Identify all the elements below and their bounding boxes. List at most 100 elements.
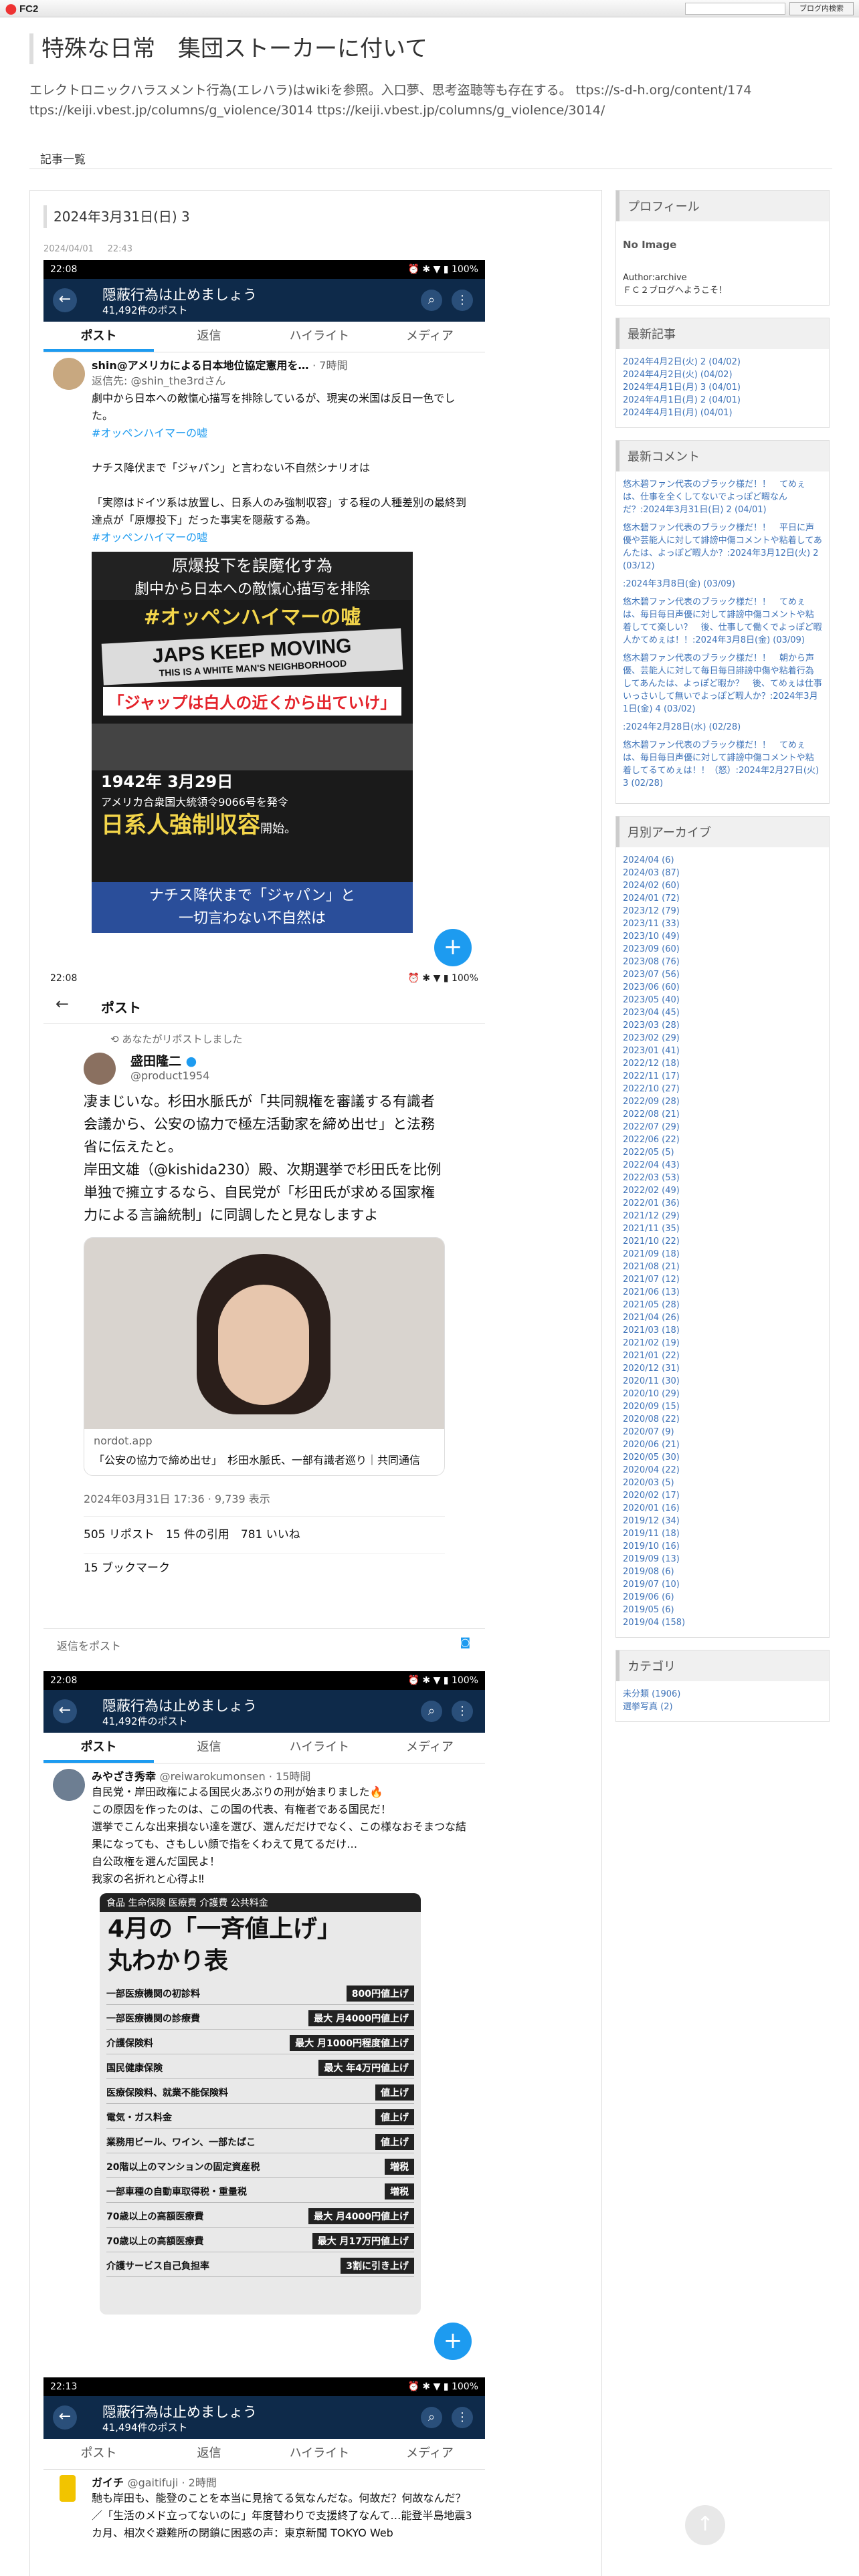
archive-link[interactable]: 2023/09 (60) xyxy=(623,943,822,956)
tab-highlights[interactable]: ハイライト xyxy=(264,322,375,352)
archive-link[interactable]: 2022/12 (18) xyxy=(623,1057,822,1070)
tweet-author[interactable]: ガイチ @gaitifuji · 2時間 xyxy=(92,2474,476,2490)
blog-title[interactable]: 特殊な日常 集団ストーカーに付いて xyxy=(29,33,832,64)
tweet-author[interactable]: shin@アメリカによる日本地位協定憲用を… · 7時間 xyxy=(92,356,476,372)
tweet-image[interactable]: 食品 生命保険 医療費 介護費 公共料金 4月の「一斉値上げ」 丸わかり表 一部… xyxy=(100,1893,421,2315)
tab-posts[interactable]: ポスト xyxy=(43,1733,154,1763)
link-card[interactable]: nordot.app 「公安の協力で締め出せ」 杉田水脈氏、一部有識者巡り｜共同… xyxy=(84,1237,445,1476)
tab-replies[interactable]: 返信 xyxy=(154,1733,264,1763)
tab-media[interactable]: メディア xyxy=(375,2439,485,2469)
archive-link[interactable]: 2023/01 (41) xyxy=(623,1045,822,1057)
search-icon[interactable]: ⌕ xyxy=(421,2407,442,2428)
archive-link[interactable]: 2023/11 (33) xyxy=(623,918,822,930)
archive-link[interactable]: 2020/06 (21) xyxy=(623,1438,822,1451)
archive-link[interactable]: 2022/11 (17) xyxy=(623,1070,822,1083)
fc2-logo[interactable]: ⬤ FC2 xyxy=(5,3,38,15)
recent-comment-link[interactable]: :2024年3月8日(金) (03/09) xyxy=(623,578,822,591)
archive-link[interactable]: 2022/04 (43) xyxy=(623,1159,822,1172)
tab-highlights[interactable]: ハイライト xyxy=(264,2439,375,2469)
back-arrow-icon[interactable]: ← xyxy=(56,994,69,1013)
archive-link[interactable]: 2020/12 (31) xyxy=(623,1362,822,1375)
archive-link[interactable]: 2020/11 (30) xyxy=(623,1375,822,1388)
tab-posts[interactable]: ポスト xyxy=(43,322,154,352)
archive-link[interactable]: 2023/07 (56) xyxy=(623,968,822,981)
recent-entry-link[interactable]: 2024年4月1日(月) (04/01) xyxy=(623,407,822,419)
archive-link[interactable]: 2023/12 (79) xyxy=(623,905,822,918)
archive-link[interactable]: 2021/02 (19) xyxy=(623,1337,822,1350)
back-arrow-icon[interactable]: ← xyxy=(53,1699,77,1723)
archive-link[interactable]: 2022/01 (36) xyxy=(623,1197,822,1210)
tweet-author[interactable]: 盛田隆二 ● xyxy=(130,1051,445,1069)
tab-highlights[interactable]: ハイライト xyxy=(264,1733,375,1763)
back-arrow-icon[interactable]: ← xyxy=(53,288,77,312)
tweet-stats[interactable]: 505 リポスト 15 件の引用 781 いいね xyxy=(84,1517,445,1553)
archive-link[interactable]: 2019/06 (6) xyxy=(623,1591,822,1604)
archive-link[interactable]: 2021/01 (22) xyxy=(623,1350,822,1362)
archive-link[interactable]: 2022/06 (22) xyxy=(623,1134,822,1146)
archive-link[interactable]: 2019/04 (158) xyxy=(623,1616,822,1629)
archive-link[interactable]: 2020/01 (16) xyxy=(623,1502,822,1515)
archive-link[interactable]: 2024/04 (6) xyxy=(623,854,822,867)
archive-link[interactable]: 2019/09 (13) xyxy=(623,1553,822,1566)
archive-link[interactable]: 2019/08 (6) xyxy=(623,1566,822,1578)
archive-link[interactable]: 2019/11 (18) xyxy=(623,1527,822,1540)
recent-entry-link[interactable]: 2024年4月1日(月) 3 (04/01) xyxy=(623,381,822,394)
camera-icon[interactable]: ◙ xyxy=(460,1636,470,1648)
archive-link[interactable]: 2022/10 (27) xyxy=(623,1083,822,1095)
blog-search-input[interactable] xyxy=(685,3,785,15)
hashtag-link[interactable]: #オッペンハイマーの嘘 xyxy=(92,529,476,546)
archive-link[interactable]: 2021/08 (21) xyxy=(623,1261,822,1273)
search-icon[interactable]: ⌕ xyxy=(421,290,442,311)
archive-link[interactable]: 2023/08 (76) xyxy=(623,956,822,968)
archive-link[interactable]: 2020/09 (15) xyxy=(623,1400,822,1413)
archive-link[interactable]: 2021/03 (18) xyxy=(623,1324,822,1337)
archive-link[interactable]: 2020/04 (22) xyxy=(623,1464,822,1477)
archive-link[interactable]: 2021/09 (18) xyxy=(623,1248,822,1261)
archive-link[interactable]: 2024/01 (72) xyxy=(623,892,822,905)
compose-button[interactable]: + xyxy=(434,929,472,966)
archive-link[interactable]: 2021/04 (26) xyxy=(623,1311,822,1324)
archive-link[interactable]: 2019/07 (10) xyxy=(623,1578,822,1591)
archive-link[interactable]: 2021/06 (13) xyxy=(623,1286,822,1299)
archive-link[interactable]: 2022/09 (28) xyxy=(623,1095,822,1108)
archive-link[interactable]: 2023/04 (45) xyxy=(623,1006,822,1019)
recent-comment-link[interactable]: 悠木碧ファン代表のブラック様だ！！ てめぇは、毎日毎日声優に対して誹謗中傷コメン… xyxy=(623,739,822,790)
archive-link[interactable]: 2023/06 (60) xyxy=(623,981,822,994)
archive-link[interactable]: 2022/03 (53) xyxy=(623,1172,822,1184)
archive-link[interactable]: 2022/07 (29) xyxy=(623,1121,822,1134)
archive-link[interactable]: 2023/02 (29) xyxy=(623,1032,822,1045)
archive-link[interactable]: 2023/10 (49) xyxy=(623,930,822,943)
scroll-to-top-button[interactable]: ↑ xyxy=(685,2505,725,2545)
archive-link[interactable]: 2019/12 (34) xyxy=(623,1515,822,1527)
article-list-link[interactable]: 記事一覧 xyxy=(40,150,86,167)
avatar[interactable] xyxy=(60,2475,76,2502)
archive-link[interactable]: 2023/05 (40) xyxy=(623,994,822,1006)
recent-entry-link[interactable]: 2024年4月2日(火) 2 (04/02) xyxy=(623,356,822,368)
tweet-author[interactable]: みやざき秀幸 @reiwarokumonsen · 15時間 xyxy=(92,1767,476,1784)
archive-link[interactable]: 2020/10 (29) xyxy=(623,1388,822,1400)
archive-link[interactable]: 2019/05 (6) xyxy=(623,1604,822,1616)
archive-link[interactable]: 2024/03 (87) xyxy=(623,867,822,879)
recent-comment-link[interactable]: 悠木碧ファン代表のブラック様だ！！ 朝から声優、芸能人に対して毎日毎日誹謗中傷や… xyxy=(623,652,822,716)
avatar[interactable] xyxy=(53,1769,85,1801)
archive-link[interactable]: 2020/07 (9) xyxy=(623,1426,822,1438)
more-icon[interactable]: ⋮ xyxy=(452,2407,473,2428)
category-link[interactable]: 未分類 (1906) xyxy=(623,1688,822,1701)
recent-comment-link[interactable]: 悠木碧ファン代表のブラック様だ！！ 平日に声優や芸能人に対して誹謗中傷コメントや… xyxy=(623,522,822,572)
hashtag-link[interactable]: #オッペンハイマーの嘘 xyxy=(92,425,476,442)
more-icon[interactable]: ⋮ xyxy=(452,1701,473,1722)
archive-link[interactable]: 2020/03 (5) xyxy=(623,1477,822,1489)
archive-link[interactable]: 2020/02 (17) xyxy=(623,1489,822,1502)
archive-link[interactable]: 2021/12 (29) xyxy=(623,1210,822,1222)
back-arrow-icon[interactable]: ← xyxy=(53,2405,77,2430)
archive-link[interactable]: 2022/02 (49) xyxy=(623,1184,822,1197)
archive-link[interactable]: 2019/10 (16) xyxy=(623,1540,822,1553)
archive-link[interactable]: 2021/07 (12) xyxy=(623,1273,822,1286)
compose-button[interactable]: + xyxy=(434,2323,472,2360)
archive-link[interactable]: 2023/03 (28) xyxy=(623,1019,822,1032)
archive-link[interactable]: 2022/05 (5) xyxy=(623,1146,822,1159)
tab-media[interactable]: メディア xyxy=(375,1733,485,1763)
recent-comment-link[interactable]: 悠木碧ファン代表のブラック様だ！！ てめぇは、仕事を全くしてないでよっぽど暇なん… xyxy=(623,478,822,516)
tab-replies[interactable]: 返信 xyxy=(154,2439,264,2469)
blog-search-button[interactable]: ブログ内検索 xyxy=(789,2,854,15)
